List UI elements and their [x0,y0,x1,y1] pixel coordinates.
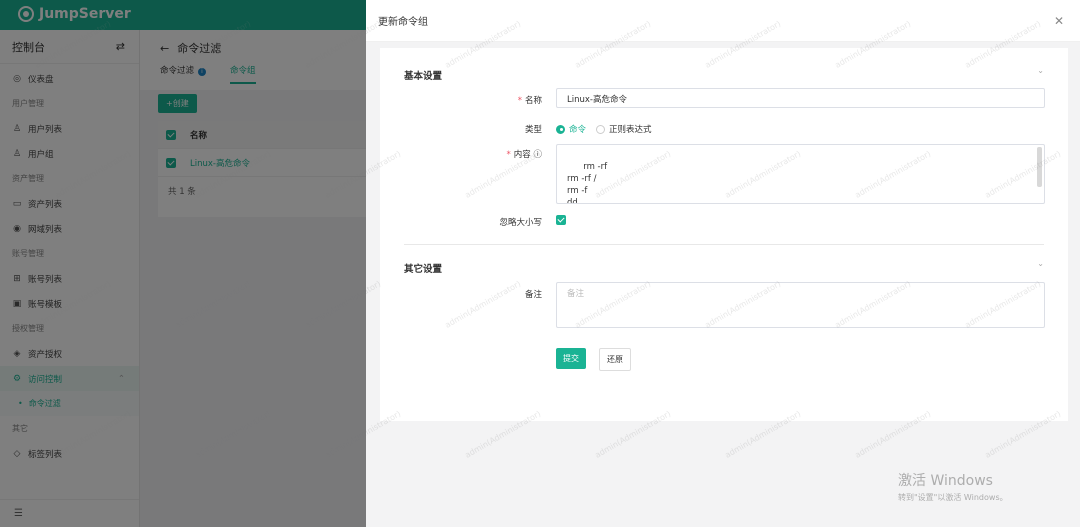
windows-activation-title: 激活 Windows [898,473,993,489]
required-marker: * [506,150,511,160]
close-icon[interactable]: ✕ [1054,14,1064,28]
content-label-text: 内容 [513,150,531,160]
submit-button[interactable]: 提交 [556,348,586,369]
radio-label: 正则表达式 [609,125,652,135]
chevron-down-icon[interactable]: ⌄ [1037,259,1044,268]
form-card: 基本设置 ⌄ * 名称 Linux-高危命令 类型 命令 正则表达式 * 内容 ⓘ … [380,48,1068,421]
drawer-title: 更新命令组 [378,17,428,28]
chevron-down-icon[interactable]: ⌄ [1037,66,1044,75]
basic-settings-title: 基本设置 [404,71,443,82]
remark-label: 备注 [524,290,542,300]
type-label: 类型 [524,125,542,135]
content-textarea[interactable]: rm -rf rm -rf / rm -f dd [556,144,1045,204]
radio-regex[interactable]: 正则表达式 [596,123,652,135]
windows-activation-notice: 激活 Windows 转到"设置"以激活 Windows。 [898,470,1008,503]
drawer-header: 更新命令组 [366,0,1080,42]
ignore-case-checkbox[interactable] [556,215,566,225]
windows-activation-subtitle: 转到"设置"以激活 Windows。 [898,493,1008,502]
radio-label: 命令 [569,125,587,135]
update-command-group-drawer: 更新命令组 ✕ 基本设置 ⌄ * 名称 Linux-高危命令 类型 命令 正则表达… [366,0,1080,527]
content-text: rm -rf rm -rf / rm -f dd [567,162,608,204]
content-label: * 内容 ⓘ [380,148,542,160]
name-label-text: 名称 [524,96,542,106]
section-divider [404,244,1044,245]
other-settings-title: 其它设置 [404,264,443,275]
type-radio-group: 命令 正则表达式 [556,123,652,135]
radio-dot [596,124,606,134]
remark-textarea[interactable]: 备注 [556,282,1045,328]
ignore-case-label: 忽略大小写 [499,218,542,228]
name-label: * 名称 [380,94,542,106]
help-icon[interactable]: ⓘ [533,150,542,160]
radio-dot [556,124,565,134]
scrollbar[interactable] [1037,147,1042,187]
name-input[interactable]: Linux-高危命令 [556,88,1045,108]
required-marker: * [517,96,522,106]
radio-command[interactable]: 命令 [556,123,586,135]
reset-button[interactable]: 还原 [599,348,631,371]
